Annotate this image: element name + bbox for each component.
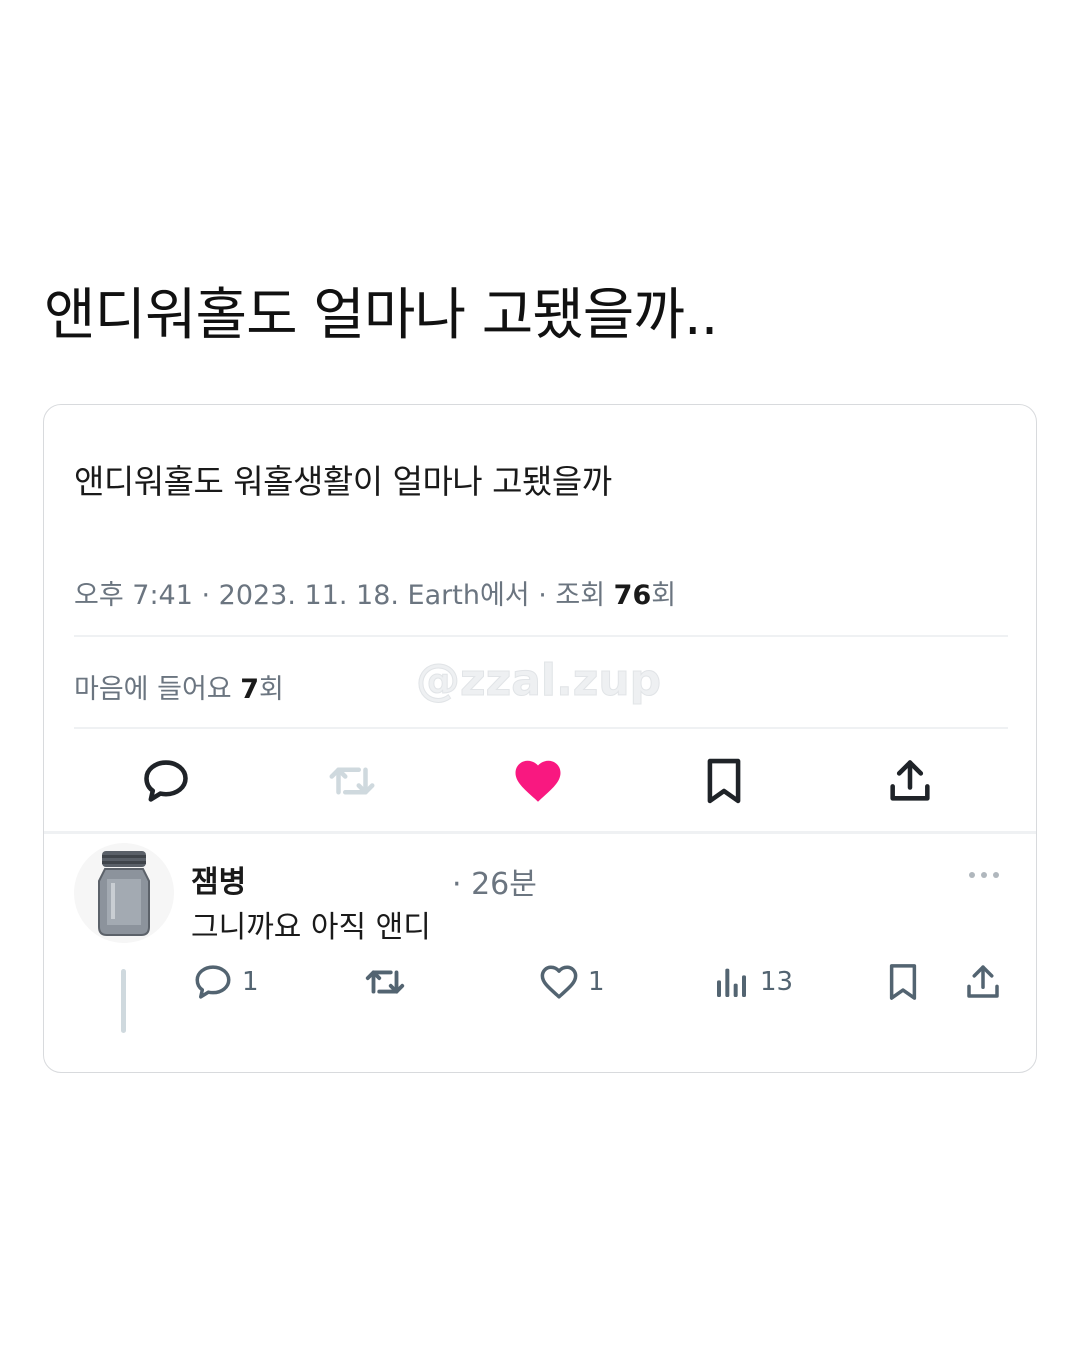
reply-text: 그니까요 아직 앤디 — [191, 910, 431, 945]
reply-icon — [144, 760, 188, 802]
reply-reply-button[interactable]: 1 — [192, 960, 259, 1004]
bookmark-icon — [707, 758, 741, 804]
share-icon — [890, 760, 930, 801]
tweet-meta: 오후 7:41 · 2023. 11. 18. Earth에서 · 조회 76회 — [74, 573, 676, 612]
watermark: @zzal.zup — [415, 655, 662, 707]
reply-timestamp[interactable]: · 26분 — [452, 859, 537, 903]
view-count: 76 — [613, 580, 652, 611]
post-headline: 앤디워홀도 얼마나 고됐을까.. — [44, 283, 718, 348]
retweet-button — [324, 753, 380, 809]
bookmark-button[interactable] — [696, 753, 752, 809]
like-icon — [515, 760, 561, 802]
share-button[interactable] — [882, 753, 938, 809]
like-count: 7 — [240, 674, 260, 705]
reply-button[interactable] — [138, 753, 194, 809]
retweet-icon — [329, 767, 375, 795]
reply-author-name[interactable]: 잼병 — [191, 857, 246, 901]
reply-like-count: 1 — [588, 967, 605, 997]
retweet-icon — [365, 970, 405, 994]
likes-row[interactable]: 마음에 들어요 7회 — [74, 667, 284, 706]
like-button[interactable] — [510, 753, 566, 809]
reply-views-button[interactable]: 13 — [712, 960, 793, 1004]
share-icon — [967, 965, 999, 998]
like-count-suffix: 회 — [259, 674, 284, 705]
reply-like-button[interactable]: 1 — [538, 960, 605, 1004]
tweet-card: 앤디워홀도 워홀생활이 얼마나 고됐을까 오후 7:41 · 2023. 11.… — [43, 404, 1037, 1073]
divider — [74, 727, 1008, 729]
tweet-meta-prefix: 오후 7:41 · 2023. 11. 18. Earth에서 · 조회 — [74, 580, 614, 611]
reply-share-button[interactable] — [962, 960, 1004, 1004]
views-chart-icon — [717, 968, 746, 997]
avatar[interactable] — [74, 843, 174, 943]
view-count-suffix: 회 — [651, 580, 677, 611]
tweet-text: 앤디워홀도 워홀생활이 얼마나 고됐을까 — [74, 462, 612, 501]
reply-view-count: 13 — [760, 967, 794, 997]
reply-bookmark-button[interactable] — [882, 960, 924, 1004]
heart-outline-icon — [540, 965, 578, 999]
bookmark-icon — [889, 964, 917, 1000]
section-divider — [44, 831, 1036, 834]
thread-line — [121, 969, 126, 1033]
divider — [74, 635, 1008, 637]
reply-reply-count: 1 — [242, 967, 259, 997]
reply-icon — [195, 965, 231, 999]
jar-avatar-icon — [98, 851, 150, 936]
likes-label: 마음에 들어요 — [74, 674, 241, 705]
more-icon[interactable] — [964, 865, 1004, 885]
reply-retweet-button[interactable] — [362, 960, 408, 1004]
